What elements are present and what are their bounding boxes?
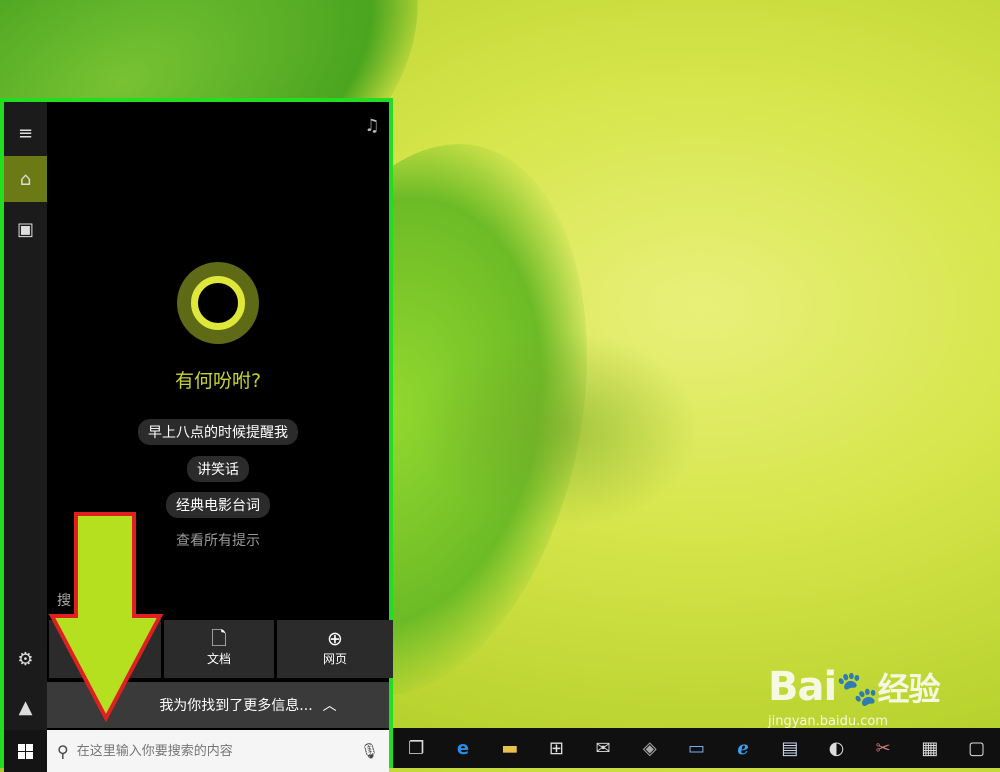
notepad-icon[interactable]: ▤ [767,728,814,768]
app-icon[interactable]: ◈ [626,728,673,768]
search-box[interactable]: ⚲ 🎙 [47,730,389,772]
window-icon[interactable]: ▢ [953,728,1000,768]
baidu-watermark: Bai🐾经验 jingyan.baidu.com [768,658,993,729]
start-button[interactable] [4,730,47,772]
task-view-icon[interactable]: ❐ [393,728,440,768]
category-label: 文档 [206,652,231,666]
wallpaper-shadow [420,330,700,530]
network-icon[interactable]: ▭ [673,728,720,768]
hamburger-menu-icon[interactable]: ≡ [4,110,47,156]
document-icon: 🗋 [211,628,227,650]
home-icon[interactable]: ⌂ [4,156,47,202]
edge-icon[interactable]: e [440,728,487,768]
microphone-icon[interactable]: 🎙 [360,742,379,760]
category-label: 网页 [322,652,347,666]
suggestion-chip[interactable]: 早上八点的时候提醒我 [138,419,298,445]
taskbar: ❐ e ▬ ⊞ ✉ ◈ ▭ ℯ ▤ ◐ ✂ ▦ ▢ [393,728,1000,768]
calculator-icon[interactable]: ▦ [907,728,954,768]
store-icon[interactable]: ⊞ [533,728,580,768]
cortana-greeting: 有何吩咐? [174,370,262,392]
chevron-up-icon: ︿ [322,698,337,714]
search-input[interactable] [74,742,360,760]
globe-icon: ⊕ [327,628,343,650]
left-rail: ≡ ⌂ ▣ ⚙ ▲ [4,102,47,768]
watermark-brand: Bai🐾经验 [768,664,941,710]
suggestion-chip[interactable]: 经典电影台词 [166,492,270,518]
category-web[interactable]: ⊕ 网页 [277,620,393,678]
notebook-icon[interactable]: ▣ [4,206,47,252]
mail-icon[interactable]: ✉ [580,728,627,768]
red-down-arrow-annotation [48,512,164,722]
category-documents[interactable]: 🗋 文档 [164,620,274,678]
more-info-text: 我为你找到了更多信息... [159,698,313,714]
watermark-url: jingyan.baidu.com [768,714,888,729]
suggestion-chip[interactable]: 讲笑话 [187,456,249,482]
feedback-icon[interactable]: ▲ [4,684,47,730]
tools-icon[interactable]: ✂ [860,728,907,768]
file-explorer-icon[interactable]: ▬ [486,728,533,768]
paint-icon[interactable]: ◐ [813,728,860,768]
ie-icon[interactable]: ℯ [720,728,767,768]
search-icon: ⚲ [57,741,69,761]
music-note-icon[interactable]: ♫ [361,116,383,138]
settings-icon[interactable]: ⚙ [4,636,47,682]
windows-logo-icon [18,743,33,759]
cortana-logo [177,262,259,344]
